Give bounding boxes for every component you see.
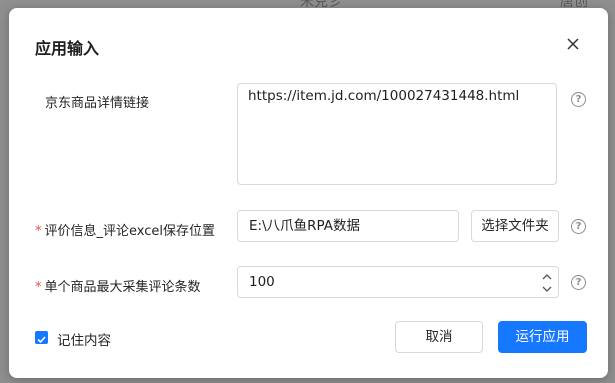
checkmark-icon [37, 336, 46, 344]
cancel-button[interactable]: 取消 [395, 321, 483, 353]
url-field-label: 京东商品详情链接 [45, 92, 149, 111]
save-path-label: * 评价信息_评论excel保存位置 [35, 220, 215, 239]
max-comments-input[interactable]: 100 [237, 266, 559, 298]
help-icon[interactable]: ? [571, 219, 586, 234]
help-icon[interactable]: ? [571, 275, 586, 290]
url-field-label-text: 京东商品详情链接 [45, 96, 150, 111]
save-path-input[interactable]: E:\八爪鱼RPA数据 [237, 210, 459, 242]
required-mark: * [35, 224, 42, 239]
choose-folder-button[interactable]: 选择文件夹 [471, 210, 559, 242]
remember-checkbox[interactable] [35, 331, 48, 344]
max-comments-label-text: 单个商品最大采集评论条数 [44, 280, 201, 295]
save-path-label-text: 评价信息_评论excel保存位置 [44, 224, 216, 239]
required-mark: * [35, 280, 42, 295]
remember-label[interactable]: 记住内容 [57, 329, 111, 349]
number-stepper[interactable] [539, 270, 555, 296]
close-icon[interactable] [565, 36, 581, 52]
url-textarea[interactable]: https://item.jd.com/100027431448.html [237, 83, 557, 185]
max-comments-label: * 单个商品最大采集评论条数 [35, 276, 201, 295]
help-icon[interactable]: ? [571, 92, 586, 107]
app-input-dialog: 应用输入 京东商品详情链接 https://item.jd.com/100027… [9, 8, 608, 378]
dialog-title: 应用输入 [35, 39, 100, 58]
run-app-button[interactable]: 运行应用 [498, 321, 587, 353]
chevron-up-icon[interactable] [542, 274, 552, 280]
chevron-down-icon[interactable] [542, 286, 552, 292]
